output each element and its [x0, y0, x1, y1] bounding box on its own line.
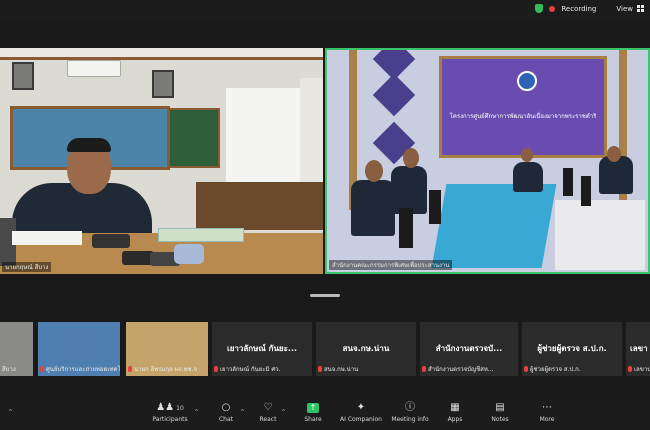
- tile-caption-text: นายก ลีพรมกุล ผอ.พช.จ: [134, 366, 198, 373]
- mic-muted-icon: [628, 366, 632, 372]
- tile-caption-text: สนจ.กษ.น่าน: [324, 366, 359, 373]
- top-bar: Recording View: [0, 0, 650, 20]
- mic-muted-icon: [422, 366, 426, 372]
- tile-caption: ศูนย์บริการและถ่ายทอดเทคโนโลยี: [40, 364, 120, 374]
- grid-icon: [637, 5, 644, 12]
- ceiling: [0, 48, 323, 60]
- participant-head: [521, 148, 533, 162]
- monitor: [563, 168, 573, 196]
- tile-name: สนจ.กษ.น่าน: [342, 344, 390, 353]
- tile-name: เยาวลักษณ์ กันยะ...: [226, 344, 298, 353]
- mic-muted-icon: [524, 366, 528, 372]
- conference-table-cloth: [431, 184, 557, 268]
- view-label: View: [616, 4, 633, 13]
- mic-muted-icon: [128, 366, 132, 372]
- participant-figure: [391, 166, 427, 214]
- filmstrip-tile[interactable]: นายก ลีพรมกุล ผอ.พช.จ: [126, 322, 208, 376]
- sparkle-icon: ✦: [356, 402, 366, 413]
- tile-caption: สำนักงานตรวจบัญชีสห...: [422, 364, 494, 374]
- participant-figure: [513, 162, 543, 192]
- ai-companion-label: AI Companion: [340, 416, 382, 423]
- monitor: [399, 208, 413, 248]
- tile-name: สำนักงานตรวจบั...: [435, 344, 503, 353]
- tile-caption: สีบาง: [2, 364, 16, 374]
- paper: [12, 231, 82, 245]
- glasses-case: [174, 244, 204, 264]
- tile-caption: เยาวลักษณ์ กันยะมิ ศว.: [214, 364, 280, 374]
- view-button[interactable]: View: [616, 5, 644, 13]
- folder: [158, 228, 244, 242]
- video-tile-main-1[interactable]: นายกฤษณ์ สีบาง: [0, 48, 323, 274]
- share-icon: ↑: [307, 403, 319, 413]
- tile-caption-text: สำนักงานตรวจบัญชีสห...: [428, 366, 494, 373]
- green-board: [168, 108, 220, 168]
- tile-caption-text: เยาวลักษณ์ กันยะมิ ศว.: [220, 366, 281, 373]
- participant-head: [607, 146, 621, 162]
- chevron-up-icon[interactable]: ^: [8, 409, 13, 416]
- tile-name: เลขา: [630, 344, 648, 353]
- participant-head: [403, 148, 419, 168]
- participants-label: Participants: [152, 416, 188, 423]
- filmstrip-tile[interactable]: ศูนย์บริการและถ่ายทอดเทคโนโลยี: [38, 322, 120, 376]
- tile-name: ผู้ช่วยผู้ตรวจ ส.ป.ก.: [537, 344, 607, 353]
- more-icon: ⋯: [542, 402, 552, 413]
- participants-count: 10: [176, 405, 184, 412]
- filmstrip-tile[interactable]: สนจ.กษ.น่าน สนจ.กษ.น่าน: [316, 322, 416, 376]
- recording-icon: [549, 5, 556, 12]
- participant-head: [365, 160, 383, 182]
- filmstrip-tile[interactable]: ผู้ช่วยผู้ตรวจ ส.ป.ก. ผู้ช่วยผู้ตรวจ ส.ป…: [522, 322, 622, 376]
- tile-caption: นายก ลีพรมกุล ผอ.พช.จ: [128, 364, 197, 374]
- banner-text: โครงการศูนย์ศึกษาการพัฒนาอันเนื่องมาจากพ…: [449, 113, 597, 120]
- shield-icon[interactable]: [535, 4, 544, 13]
- video-stage: นายกฤษณ์ สีบาง โครงการศูนย์ศึกษาการพัฒนา…: [0, 48, 650, 274]
- tile-caption-text: สีบาง: [2, 366, 16, 373]
- mic-muted-icon: [214, 366, 218, 372]
- phone: [92, 234, 130, 248]
- portrait-frame: [152, 70, 174, 98]
- top-right-controls: Recording View: [535, 4, 644, 13]
- tile-caption-text: ผู้ช่วยผู้ตรวจ ส.ป.ก.: [530, 366, 581, 373]
- side-desk: [196, 182, 323, 230]
- participant-name: นายกฤษณ์ สีบาง: [2, 262, 52, 272]
- participant-figure: [599, 156, 633, 194]
- drag-handle[interactable]: [310, 294, 340, 297]
- emblem-icon: [517, 71, 537, 91]
- more-button[interactable]: ⋯ More: [519, 402, 575, 428]
- participant-figure: [351, 180, 395, 236]
- more-label: More: [539, 416, 555, 423]
- tile-caption: ผู้ช่วยผู้ตรวจ ส.ป.ก.: [524, 364, 581, 374]
- participants-button[interactable]: ♟♟ 10 Participants: [142, 402, 198, 428]
- filmstrip-tile[interactable]: สำนักงานตรวจบั... สำนักงานตรวจบัญชีสห...: [420, 322, 518, 376]
- tile-caption-text: เลขานุการ: [634, 366, 650, 373]
- filmstrip-tile[interactable]: สีบาง: [0, 322, 33, 376]
- mic-muted-icon: [318, 366, 322, 372]
- mic-muted-icon: [40, 366, 44, 372]
- filmstrip-tile[interactable]: เยาวลักษณ์ กันยะ... เยาวลักษณ์ กันยะมิ ศ…: [212, 322, 312, 376]
- ai-companion-button[interactable]: ✦ AI Companion: [333, 402, 389, 428]
- portrait-frame: [12, 62, 34, 90]
- recording-label[interactable]: Recording: [561, 5, 596, 13]
- participant-name: สำนักงานคณะกรรมการพิเศษเพื่อประสานงาน: [329, 260, 453, 270]
- participant-hair: [67, 138, 111, 152]
- filmstrip-tile[interactable]: เลขา เลขานุการ: [626, 322, 650, 376]
- filmstrip: สีบาง ศูนย์บริการและถ่ายทอดเทคโนโลยี นาย…: [0, 322, 650, 376]
- tile-caption-text: ศูนย์บริการและถ่ายทอดเทคโนโลยี: [46, 366, 120, 373]
- video-tile-main-2[interactable]: โครงการศูนย์ศึกษาการพัฒนาอันเนื่องมาจากพ…: [325, 48, 650, 274]
- tile-caption: เลขานุการ: [628, 364, 650, 374]
- monitor: [581, 176, 591, 206]
- meeting-toolbar: ^ ♟♟ 10 Participants ^ ○ Chat ^ ♡ React ^…: [0, 400, 650, 430]
- stage-banner: โครงการศูนย์ศึกษาการพัฒนาอันเนื่องมาจากพ…: [439, 56, 607, 158]
- monitor: [429, 190, 441, 224]
- participants-icon: ♟♟ 10: [156, 402, 184, 413]
- air-conditioner: [67, 60, 121, 77]
- tile-caption: สนจ.กษ.น่าน: [318, 364, 358, 374]
- conference-table: [555, 200, 645, 270]
